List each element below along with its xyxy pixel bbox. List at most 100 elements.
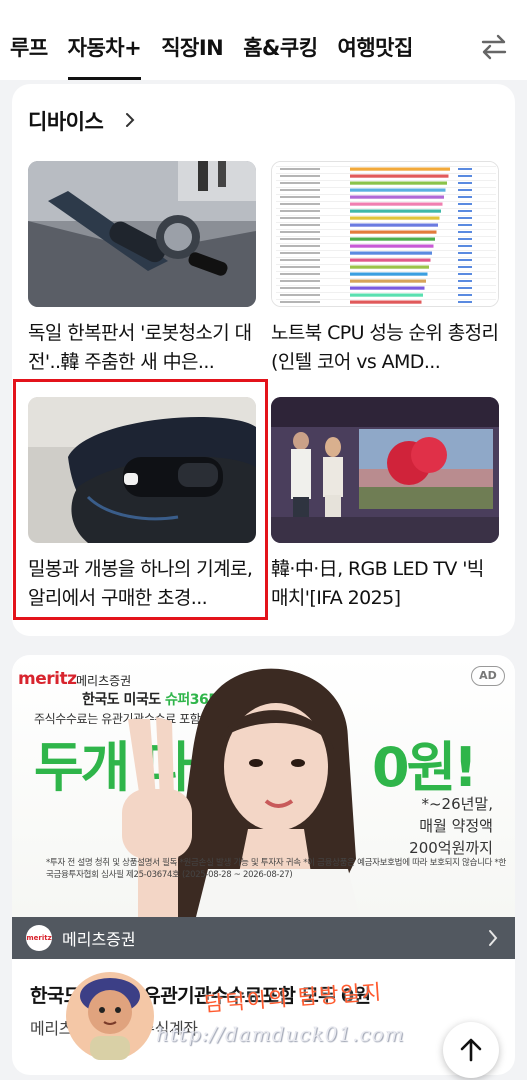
watermark-url: http://damduck01.com <box>156 1022 405 1046</box>
cpu-row-divider <box>276 257 496 258</box>
cpu-row-bar <box>350 195 444 199</box>
cpu-row-bar <box>350 237 435 241</box>
cpu-row-label <box>280 175 320 177</box>
cpu-row-label <box>280 294 320 296</box>
cpu-row-bar <box>350 223 438 227</box>
article-title[interactable]: 韓·中·日, RGB LED TV '빅매치'[IFA 2025] <box>271 555 499 613</box>
cpu-row-bar <box>350 188 446 192</box>
tab-loop[interactable]: 루프 <box>10 0 48 80</box>
cpu-row-score <box>458 231 472 233</box>
cpu-row-bar <box>350 272 428 276</box>
watermark-avatar-image <box>66 972 154 1060</box>
cpu-row-score <box>458 245 472 247</box>
swap-arrows-icon[interactable] <box>479 32 509 62</box>
article-card[interactable]: 독일 한복판서 '로봇청소기 대전'..韓 주춤한 새 中은... <box>28 161 256 377</box>
ad-terms-line: 200억원까지 <box>409 839 493 857</box>
cpu-row-label <box>280 217 320 219</box>
cpu-row-score <box>458 252 472 254</box>
ad-banner[interactable]: meritz 메리츠증권 AD 한국도 미국도 슈퍼365 주식수수료는 유관기… <box>12 655 515 917</box>
cpu-row-score <box>458 224 472 226</box>
cpu-row-score <box>458 189 472 191</box>
scroll-to-top-button[interactable] <box>443 1022 499 1078</box>
cpu-row-divider <box>276 173 496 174</box>
category-tab-bar: 루프 자동차+ 직장IN 홈&쿠킹 여행맛집 <box>0 0 527 80</box>
cpu-row-label <box>280 231 320 233</box>
cpu-row-divider <box>276 201 496 202</box>
article-title[interactable]: 노트북 CPU 성능 순위 총정리 (인텔 코어 vs AMD... <box>271 319 499 377</box>
cpu-row-label <box>280 301 320 303</box>
cpu-row-label <box>280 168 320 170</box>
cpu-row-label <box>280 203 320 205</box>
cpu-row-bar <box>350 202 443 206</box>
brand-avatar-logo: meritz <box>26 934 52 942</box>
article-title[interactable]: 독일 한복판서 '로봇청소기 대전'..韓 주춤한 새 中은... <box>28 319 256 377</box>
ad-brand-bar[interactable]: meritz 메리츠증권 <box>12 917 515 959</box>
cpu-row-label <box>280 182 320 184</box>
cpu-row-divider <box>276 215 496 216</box>
brand-name: 메리츠증권 <box>62 930 136 949</box>
section-title[interactable]: 디바이스 <box>28 106 104 136</box>
cpu-row-label <box>280 196 320 198</box>
cpu-row-bar <box>350 293 423 297</box>
cpu-row-bar <box>350 216 440 220</box>
robot-vacuum-photo <box>28 161 256 307</box>
cpu-row-divider <box>276 166 496 167</box>
cpu-row-divider <box>276 271 496 272</box>
chevron-right-icon[interactable] <box>485 929 501 947</box>
cpu-row-bar <box>350 167 450 171</box>
ad-badge[interactable]: AD <box>471 666 505 686</box>
cpu-row-score <box>458 266 472 268</box>
cpu-row-divider <box>276 250 496 251</box>
cpu-row-bar <box>350 286 425 290</box>
cpu-row-score <box>458 168 472 170</box>
ad-brand-logo: meritz <box>18 669 77 689</box>
cpu-row-score <box>458 217 472 219</box>
ad-terms-line: 매월 약정액 <box>419 817 493 835</box>
cpu-row-score <box>458 273 472 275</box>
cpu-row-label <box>280 259 320 261</box>
cpu-row-label <box>280 224 320 226</box>
cpu-row-divider <box>276 243 496 244</box>
cpu-row-divider <box>276 299 496 300</box>
cpu-row-score <box>458 294 472 296</box>
tab-car-plus[interactable]: 자동차+ <box>67 0 142 80</box>
cpu-row-score <box>458 210 472 212</box>
cpu-row-divider <box>276 278 496 279</box>
rgb-led-tv-photo <box>271 397 499 543</box>
cpu-row-label <box>280 266 320 268</box>
cpu-ranking-chart-photo <box>271 161 499 307</box>
cpu-row-bar <box>350 244 434 248</box>
cpu-row-score <box>458 287 472 289</box>
cpu-row-bar <box>350 251 432 255</box>
brand-avatar: meritz <box>26 925 52 951</box>
cpu-row-divider <box>276 264 496 265</box>
cpu-row-score <box>458 203 472 205</box>
article-card[interactable]: 韓·中·日, RGB LED TV '빅매치'[IFA 2025] <box>271 397 499 613</box>
cpu-row-divider <box>276 187 496 188</box>
tab-office-in[interactable]: 직장IN <box>161 0 224 80</box>
tab-travel-food[interactable]: 여행맛집 <box>338 0 414 80</box>
cpu-row-bar <box>350 181 447 185</box>
arrow-up-icon <box>460 1038 482 1062</box>
cpu-row-divider <box>276 236 496 237</box>
cpu-row-divider <box>276 222 496 223</box>
cpu-row-score <box>458 301 472 303</box>
cpu-row-bar <box>350 230 437 234</box>
ad-fine-print: *투자 전 설명 청취 및 상품설명서 필독 *원금손실 발생 가능 및 투자자… <box>46 858 507 880</box>
tab-home-cooking[interactable]: 홈&쿠킹 <box>243 0 318 80</box>
cpu-row-bar <box>350 174 449 178</box>
cpu-row-label <box>280 210 320 212</box>
ad-terms-line: *~26년말, <box>421 795 493 813</box>
cpu-row-bar <box>350 209 441 213</box>
cpu-row-divider <box>276 292 496 293</box>
cpu-row-label <box>280 280 320 282</box>
cpu-row-score <box>458 182 472 184</box>
cpu-row-bar <box>350 300 422 304</box>
cpu-row-divider <box>276 208 496 209</box>
cpu-row-label <box>280 189 320 191</box>
chevron-right-icon[interactable] <box>122 112 138 128</box>
cpu-row-score <box>458 280 472 282</box>
cpu-row-score <box>458 196 472 198</box>
article-card[interactable]: 노트북 CPU 성능 순위 총정리 (인텔 코어 vs AMD... <box>271 161 499 377</box>
cpu-row-divider <box>276 229 496 230</box>
